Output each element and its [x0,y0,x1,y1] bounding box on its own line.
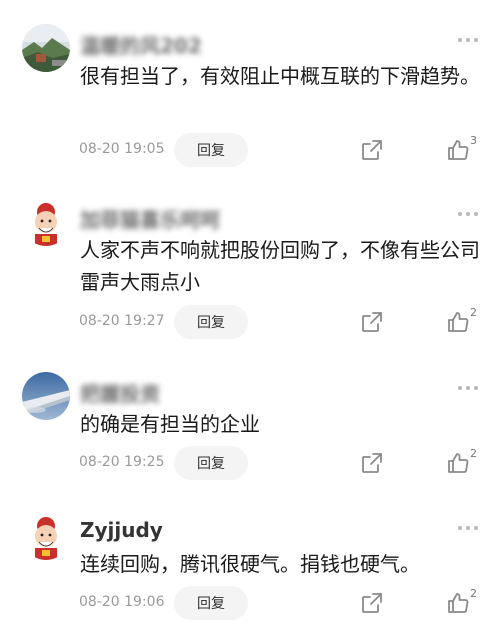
like-button[interactable]: 3 [446,134,482,164]
comment-text: 很有担当了，有效阻止中概互联的下滑趋势。 [80,64,480,88]
comment-list: 温暖的风202 很有担当了，有效阻止中概互联的下滑趋势。 08-20 19:05… [0,0,500,642]
thumbs-up-icon [448,312,469,332]
airplane-wing-icon [22,372,70,420]
reply-button[interactable]: 回复 [174,305,248,339]
more-dots-icon[interactable] [458,38,478,42]
like-button[interactable]: 2 [446,587,482,617]
reply-button[interactable]: 回复 [174,446,248,480]
share-icon[interactable] [360,591,384,615]
like-count: 2 [470,306,477,319]
thumbs-up-icon [448,453,469,473]
username[interactable]: 把握投资 [80,378,160,407]
timestamp: 08-20 19:27 [79,313,165,329]
username[interactable]: 加菲猫喜乐呵呵 [80,204,220,233]
fortune-god-icon [22,512,70,560]
comment-text: 的确是有担当的企业 [80,412,260,436]
timestamp: 08-20 19:05 [79,141,165,157]
share-icon[interactable] [360,451,384,475]
more-dots-icon[interactable] [458,212,478,216]
comment-meta: 08-20 19:27 回复 2 [0,305,500,339]
timestamp: 08-20 19:25 [79,454,165,470]
avatar[interactable] [22,198,70,246]
comment-meta: 08-20 19:05 回复 3 [0,133,500,167]
reply-button[interactable]: 回复 [174,586,248,620]
share-icon[interactable] [360,310,384,334]
comment-meta: 08-20 19:06 回复 2 [0,586,500,620]
avatar[interactable] [22,24,70,72]
comment-item: Zyjjudy 连续回购，腾讯很硬气。捐钱也硬气。 08-20 19:06 回复… [0,512,500,634]
more-dots-icon[interactable] [458,526,478,530]
comment-text: 人家不声不响就把股份回购了，不像有些公司雷声大雨点小 [80,238,480,294]
avatar[interactable] [22,512,70,560]
timestamp: 08-20 19:06 [79,594,165,610]
like-button[interactable]: 2 [446,306,482,336]
like-count: 2 [470,447,477,460]
avatar[interactable] [22,372,70,420]
thumbs-up-icon [448,140,469,160]
username[interactable]: Zyjjudy [80,518,163,542]
share-icon[interactable] [360,138,384,162]
comment-text: 连续回购，腾讯很硬气。捐钱也硬气。 [80,552,420,576]
comment-item: 温暖的风202 很有担当了，有效阻止中概互联的下滑趋势。 08-20 19:05… [0,24,500,174]
reply-button[interactable]: 回复 [174,133,248,167]
landscape-photo-icon [22,24,70,72]
comment-item: 把握投资 的确是有担当的企业 08-20 19:25 回复 2 [0,372,500,492]
thumbs-up-icon [448,593,469,613]
comment-item: 加菲猫喜乐呵呵 人家不声不响就把股份回购了，不像有些公司雷声大雨点小 08-20… [0,198,500,358]
more-dots-icon[interactable] [458,386,478,390]
username[interactable]: 温暖的风202 [80,30,202,59]
like-count: 2 [470,587,477,600]
like-count: 3 [470,134,477,147]
fortune-god-icon [22,198,70,246]
comment-meta: 08-20 19:25 回复 2 [0,446,500,480]
like-button[interactable]: 2 [446,447,482,477]
